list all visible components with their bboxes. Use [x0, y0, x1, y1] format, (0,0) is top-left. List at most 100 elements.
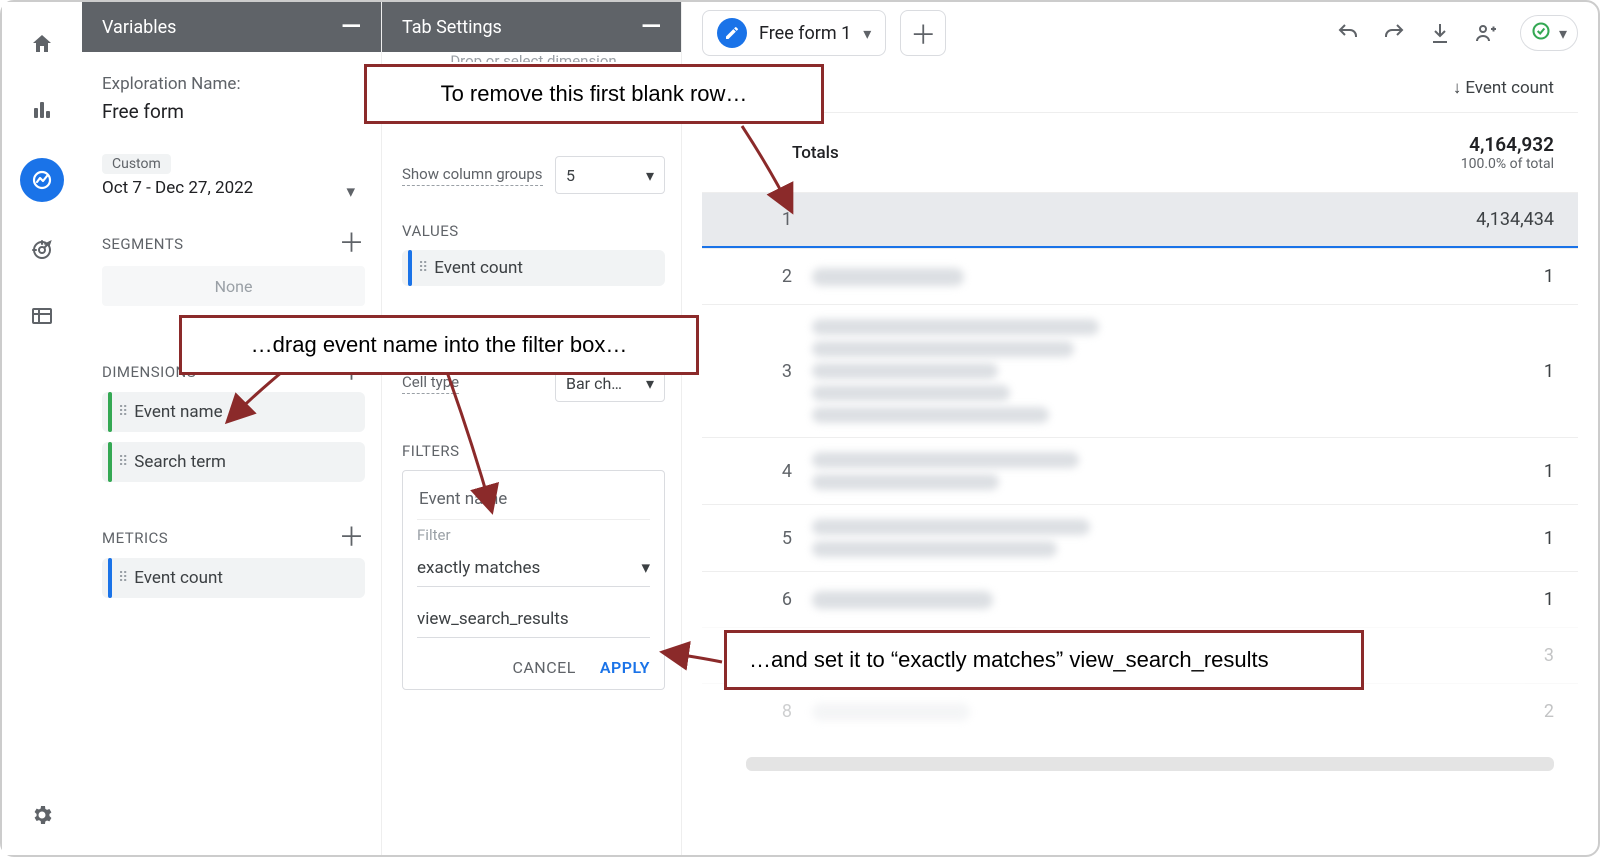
annotation-callout-1: To remove this first blank row…: [364, 64, 824, 124]
date-preset-pill: Custom: [102, 154, 171, 174]
totals-value: 4,164,932: [1461, 133, 1554, 156]
toolbar: Free form 1 ▾ ＋ ▾: [682, 2, 1598, 64]
date-range-text: Oct 7 - Dec 27, 2022: [102, 178, 253, 198]
totals-subtext: 100.0% of total: [1461, 156, 1554, 172]
row-number: 6: [746, 589, 792, 610]
home-icon[interactable]: [24, 26, 60, 62]
drop-hint: Drop or select dimension: [402, 52, 665, 62]
row-value: 3: [1544, 645, 1554, 666]
row-term: [812, 268, 1544, 286]
filter-subheading: Filter: [417, 526, 650, 544]
chip-label: Search term: [134, 452, 226, 472]
exploration-name[interactable]: Free form: [102, 100, 365, 123]
totals-label: Totals: [792, 143, 839, 163]
sort-down-icon: ↓: [1453, 78, 1462, 98]
variables-header: Variables —: [82, 2, 381, 52]
row-value: 1: [1544, 461, 1554, 482]
show-column-groups-select[interactable]: 5 ▾: [555, 156, 665, 194]
check-icon: [1531, 21, 1551, 45]
row-term: [812, 319, 1544, 423]
advertising-icon[interactable]: [24, 232, 60, 268]
row-value: 1: [1544, 361, 1554, 382]
variables-panel: Variables — Exploration Name: Free form …: [82, 2, 382, 855]
table-row[interactable]: 21: [702, 248, 1578, 304]
filter-match-value: exactly matches: [417, 558, 540, 578]
nav-rail: [2, 2, 82, 855]
add-tab-button[interactable]: ＋: [900, 10, 946, 56]
row-number: 3: [746, 361, 792, 382]
dimension-chip-search-term[interactable]: ⠿ Search term: [102, 442, 365, 482]
date-range-picker[interactable]: Custom Oct 7 - Dec 27, 2022 ▾: [102, 153, 365, 198]
configure-icon[interactable]: [24, 298, 60, 334]
redo-button[interactable]: [1382, 21, 1406, 45]
pencil-icon: [717, 18, 747, 48]
explore-icon[interactable]: [20, 158, 64, 202]
share-button[interactable]: [1474, 21, 1498, 45]
caret-down-icon: ▾: [646, 374, 654, 393]
caret-down-icon: ▾: [1559, 24, 1567, 43]
filter-field-name: Event name: [417, 483, 650, 519]
row-number: 1: [746, 209, 792, 230]
apply-button[interactable]: APPLY: [600, 658, 650, 677]
tab-settings-header: Tab Settings —: [382, 2, 681, 52]
table-row[interactable]: 31: [702, 304, 1578, 437]
filter-value-input[interactable]: view_search_results: [417, 609, 650, 638]
filters-heading: FILTERS: [402, 442, 665, 460]
exploration-tab[interactable]: Free form 1 ▾: [702, 10, 886, 56]
select-value: 5: [566, 166, 575, 185]
column-header-metric[interactable]: ↓Event count: [1453, 78, 1554, 98]
metric-chip-event-count[interactable]: ⠿ Event count: [102, 558, 365, 598]
row-number: 2: [746, 266, 792, 287]
caret-down-icon: ▾: [641, 558, 650, 578]
cell-type-label: Cell type: [402, 373, 459, 394]
table-row[interactable]: 61: [702, 571, 1578, 627]
horizontal-scrollbar[interactable]: [746, 757, 1554, 771]
dimension-chip-event-name[interactable]: ⠿ Event name: [102, 392, 365, 432]
variables-title: Variables: [102, 17, 176, 38]
chip-label: Event name: [134, 402, 222, 422]
main-canvas: Free form 1 ▾ ＋ ▾ rm ↓Event count: [682, 2, 1598, 855]
table-row[interactable]: 41: [702, 437, 1578, 504]
exploration-name-label: Exploration Name:: [102, 74, 365, 94]
row-number: 8: [746, 701, 792, 722]
values-heading: VALUES: [402, 222, 665, 240]
row-value: 1: [1544, 528, 1554, 549]
download-button[interactable]: [1428, 21, 1452, 45]
chip-label: Event count: [434, 258, 523, 278]
segments-heading: SEGMENTS: [102, 235, 184, 253]
chip-label: Event count: [134, 568, 223, 588]
annotation-callout-2: …drag event name into the filter box…: [179, 315, 699, 375]
row-term: [812, 591, 1544, 609]
tab-settings-panel: Tab Settings — Drop or select dimension …: [382, 2, 682, 855]
table-row[interactable]: 51: [702, 504, 1578, 571]
row-term: [812, 519, 1544, 557]
tab-name: Free form 1: [759, 23, 851, 44]
table-row[interactable]: 82: [702, 683, 1578, 739]
minimize-icon[interactable]: —: [641, 12, 661, 42]
caret-down-icon: ▾: [646, 166, 654, 185]
show-column-groups-label: Show column groups: [402, 165, 543, 186]
reports-icon[interactable]: [24, 92, 60, 128]
row-term: [812, 703, 1544, 721]
caret-down-icon: ▾: [346, 182, 355, 202]
row-number: 5: [746, 528, 792, 549]
metrics-heading: METRICS: [102, 529, 168, 547]
row-value: 2: [1544, 701, 1554, 722]
undo-button[interactable]: [1336, 21, 1360, 45]
add-metric-button[interactable]: ＋: [338, 528, 365, 548]
row-value: 4,134,434: [1476, 209, 1554, 230]
row-value: 1: [1544, 589, 1554, 610]
add-segment-button[interactable]: ＋: [338, 234, 365, 254]
settings-icon[interactable]: [24, 797, 60, 833]
minimize-icon[interactable]: —: [341, 12, 361, 42]
sample-status[interactable]: ▾: [1520, 15, 1578, 51]
segments-none: None: [102, 266, 365, 306]
filter-match-select[interactable]: exactly matches ▾: [417, 558, 650, 587]
filter-editor: Event name Filter exactly matches ▾ view…: [402, 470, 665, 690]
value-chip-event-count[interactable]: ⠿ Event count: [402, 250, 665, 286]
cancel-button[interactable]: CANCEL: [512, 658, 575, 677]
annotation-callout-3: …and set it to “exactly matches” view_se…: [724, 630, 1364, 690]
caret-down-icon[interactable]: ▾: [863, 24, 871, 43]
results-table: rm ↓Event count Totals 4,164,932 100.0% …: [682, 64, 1598, 855]
table-row[interactable]: 1 4,134,434: [702, 192, 1578, 248]
